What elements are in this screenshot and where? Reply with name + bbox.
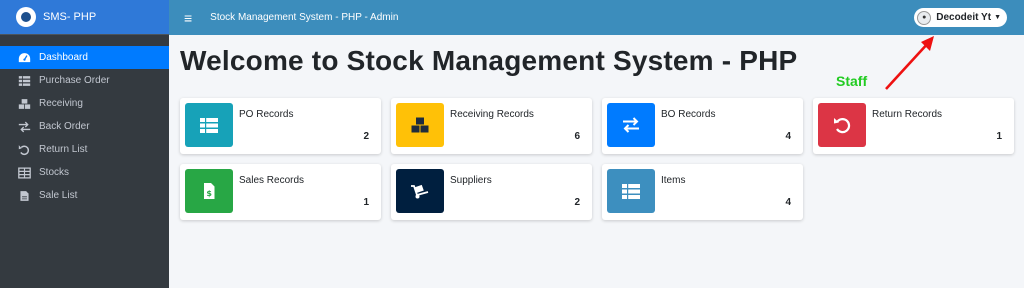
card-label: Suppliers bbox=[450, 175, 492, 186]
card-po-records[interactable]: PO Records 2 bbox=[180, 98, 381, 154]
card-count: 4 bbox=[785, 197, 791, 208]
card-label: Sales Records bbox=[239, 175, 305, 186]
card-count: 2 bbox=[363, 131, 369, 142]
card-items[interactable]: Items 4 bbox=[602, 164, 803, 220]
header-title: Stock Management System - PHP - Admin bbox=[210, 12, 399, 23]
user-name: Decodeit Yt bbox=[936, 12, 992, 23]
user-avatar-icon: ● bbox=[917, 10, 932, 25]
sidebar-item-label: Return List bbox=[39, 144, 88, 155]
undo-icon bbox=[17, 144, 31, 156]
sidebar-item-back-order[interactable]: Back Order bbox=[0, 115, 169, 138]
sidebar-item-sale-list[interactable]: Sale List bbox=[0, 184, 169, 207]
sidebar-item-stocks[interactable]: Stocks bbox=[0, 161, 169, 184]
sidebar-item-purchase-order[interactable]: Purchase Order bbox=[0, 69, 169, 92]
card-bo-records[interactable]: BO Records 4 bbox=[602, 98, 803, 154]
boxes-icon bbox=[396, 103, 444, 147]
dashboard-icon bbox=[17, 52, 31, 64]
sidebar-item-return-list[interactable]: Return List bbox=[0, 138, 169, 161]
exchange-icon bbox=[17, 121, 31, 133]
card-sales-records[interactable]: $ Sales Records 1 bbox=[180, 164, 381, 220]
card-label: Items bbox=[661, 175, 686, 186]
card-return-records[interactable]: Return Records 1 bbox=[813, 98, 1014, 154]
sidebar-item-label: Receiving bbox=[39, 98, 83, 109]
boxes-icon bbox=[17, 98, 31, 110]
brand-link[interactable]: SMS- PHP bbox=[0, 0, 169, 35]
sidebar-item-receiving[interactable]: Receiving bbox=[0, 92, 169, 115]
sidebar-nav: Dashboard Purchase Order Receiving Back … bbox=[0, 35, 169, 207]
sidebar-item-label: Purchase Order bbox=[39, 75, 110, 86]
sidebar-item-dashboard[interactable]: Dashboard bbox=[0, 46, 169, 69]
svg-text:$: $ bbox=[206, 189, 212, 198]
card-label: BO Records bbox=[661, 109, 716, 120]
card-label: PO Records bbox=[239, 109, 294, 120]
card-count: 1 bbox=[996, 131, 1002, 142]
sidebar-item-label: Sale List bbox=[39, 190, 78, 201]
file-invoice-dollar-icon: $ bbox=[185, 169, 233, 213]
page-title: Welcome to Stock Management System - PHP bbox=[180, 45, 798, 76]
brand-name: SMS- PHP bbox=[43, 11, 97, 23]
brand-logo-icon bbox=[16, 7, 36, 27]
dolly-icon bbox=[396, 169, 444, 213]
card-count: 6 bbox=[574, 131, 580, 142]
file-invoice-icon bbox=[17, 190, 31, 202]
red-arrow-icon bbox=[885, 36, 934, 90]
card-label: Return Records bbox=[872, 109, 943, 120]
staff-annotation-label: Staff bbox=[836, 73, 868, 89]
list-icon bbox=[607, 169, 655, 213]
card-count: 4 bbox=[785, 131, 791, 142]
card-label: Receiving Records bbox=[450, 109, 534, 120]
sidebar: SMS- PHP Dashboard Purchase Order Receiv… bbox=[0, 0, 169, 288]
card-count: 1 bbox=[363, 197, 369, 208]
sidebar-item-label: Stocks bbox=[39, 167, 70, 178]
card-count: 2 bbox=[574, 197, 580, 208]
exchange-icon bbox=[607, 103, 655, 147]
hamburger-icon[interactable]: ≡ bbox=[184, 11, 192, 25]
table-icon bbox=[17, 75, 31, 87]
user-menu-button[interactable]: ● Decodeit Yt ▼ bbox=[914, 8, 1007, 27]
sidebar-item-label: Back Order bbox=[39, 121, 90, 132]
chevron-down-icon: ▼ bbox=[994, 14, 1001, 21]
table-icon bbox=[185, 103, 233, 147]
table-cells-icon bbox=[17, 166, 31, 179]
card-suppliers[interactable]: Suppliers 2 bbox=[391, 164, 592, 220]
card-receiving-records[interactable]: Receiving Records 6 bbox=[391, 98, 592, 154]
sidebar-item-label: Dashboard bbox=[39, 52, 88, 63]
undo-icon bbox=[818, 103, 866, 147]
top-navbar: ≡ Stock Management System - PHP - Admin … bbox=[169, 0, 1024, 35]
